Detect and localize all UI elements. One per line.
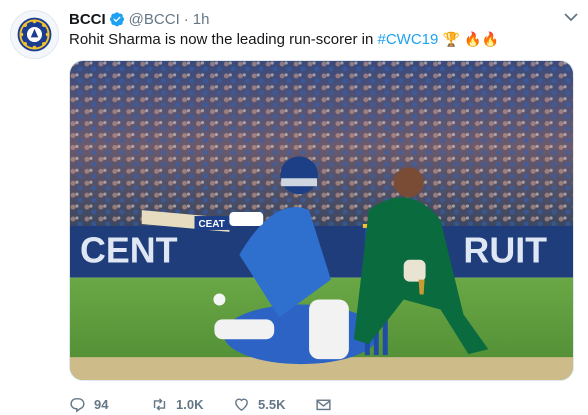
bat-sponsor-text: CEAT — [198, 219, 224, 230]
like-button[interactable]: 5.5K — [233, 394, 315, 414]
tweet[interactable]: BCCI @BCCI · 1h Rohit Sharma is now the … — [0, 0, 588, 415]
tweet-actions: 94 1.0K 5.5K — [69, 394, 345, 414]
chevron-down-icon[interactable] — [564, 12, 578, 22]
author-handle[interactable]: @BCCI — [129, 11, 180, 28]
retweet-button[interactable]: 1.0K — [151, 394, 233, 414]
verified-badge-icon — [109, 11, 125, 27]
reply-icon — [70, 397, 85, 413]
like-count: 5.5K — [258, 396, 286, 412]
retweet-count: 1.0K — [176, 396, 204, 412]
tweet-photo[interactable]: CENT RUIT CEAT — [69, 60, 574, 381]
tweet-timestamp[interactable]: 1h — [193, 11, 210, 28]
reply-button[interactable]: 94 — [69, 394, 151, 414]
retweet-icon — [153, 397, 166, 411]
tweet-header: BCCI @BCCI · 1h — [69, 9, 209, 29]
tweet-text: Rohit Sharma is now the leading run-scor… — [69, 30, 499, 50]
envelope-icon — [316, 399, 331, 410]
heart-icon — [235, 398, 248, 411]
trophy-fire-emoji: 🏆 🔥🔥 — [442, 32, 500, 48]
tweet-text-body: Rohit Sharma is now the leading run-scor… — [69, 31, 378, 48]
separator-dot: · — [183, 10, 189, 28]
ad-board-text-right: RUIT — [463, 231, 547, 271]
bcci-logo-icon — [11, 11, 58, 58]
author-name[interactable]: BCCI — [69, 11, 106, 28]
author-avatar[interactable] — [10, 10, 59, 59]
ad-board-text-left: CENT — [80, 231, 178, 271]
direct-message-button[interactable] — [315, 394, 345, 414]
reply-count: 94 — [94, 396, 109, 412]
hashtag-link[interactable]: #CWC19 — [377, 31, 438, 48]
